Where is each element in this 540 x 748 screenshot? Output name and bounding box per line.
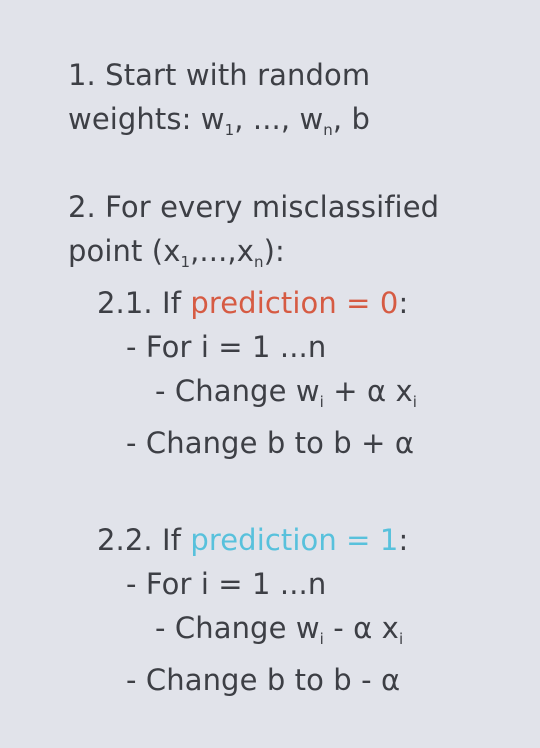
case-one-condition: prediction = 1 [190,523,399,557]
point-label: point (x [68,234,181,268]
case-zero-change-w-label: - Change w [155,374,320,408]
case-zero-colon: : [398,286,409,320]
weights-ellipsis: , ..., w [234,102,324,136]
step1-title: 1. Start with random [68,58,371,92]
step1-line2: weights: w1, ..., wn, b [68,101,371,139]
case-one-loop-text: - For i = 1 ...n [126,567,327,601]
case-one-prefix: 2.2. If [97,523,191,557]
step2-title: 2. For every misclassified [68,190,440,224]
case-one-change-b-text: - Change b to b - α [126,663,401,697]
case-one-heading: 2.2. If prediction = 1: [97,522,408,558]
case-one-change-w-label: - Change w [155,611,320,645]
point-close: ): [263,234,285,268]
case-zero-condition: prediction = 0 [190,286,399,320]
case-one-loop: - For i = 1 ...n [126,566,326,602]
wn-subscript: n [323,121,333,139]
step2-line1: 2. For every misclassified [68,189,439,225]
case-one-change-w-op: - α x [323,611,399,645]
case-zero-loop-text: - For i = 1 ...n [126,330,327,364]
case-zero-change-b-text: - Change b to b + α [126,426,415,460]
bias-label: , b [332,102,371,136]
case-one-change-w: - Change wi - α xi [155,610,404,648]
case-zero-xi-subscript: i [412,393,418,411]
w1-subscript: 1 [224,121,235,139]
case-one-change-b: - Change b to b - α [126,662,400,698]
case-one-xi-subscript: i [398,630,404,648]
case-zero-loop: - For i = 1 ...n [126,329,326,365]
case-zero-change-b: - Change b to b + α [126,425,414,461]
step2-line2: point (x1,...,xn): [68,233,285,271]
case-one-colon: : [398,523,409,557]
case-zero-heading: 2.1. If prediction = 0: [97,285,408,321]
case-zero-change-w-op: + α x [323,374,413,408]
point-ellipsis: ,...,x [190,234,254,268]
step1-line1: 1. Start with random [68,57,370,93]
weights-label: weights: w [68,102,225,136]
case-zero-change-w: - Change wi + α xi [155,373,418,411]
x1-subscript: 1 [180,253,191,271]
case-zero-prefix: 2.1. If [97,286,191,320]
xn-subscript: n [253,253,264,271]
